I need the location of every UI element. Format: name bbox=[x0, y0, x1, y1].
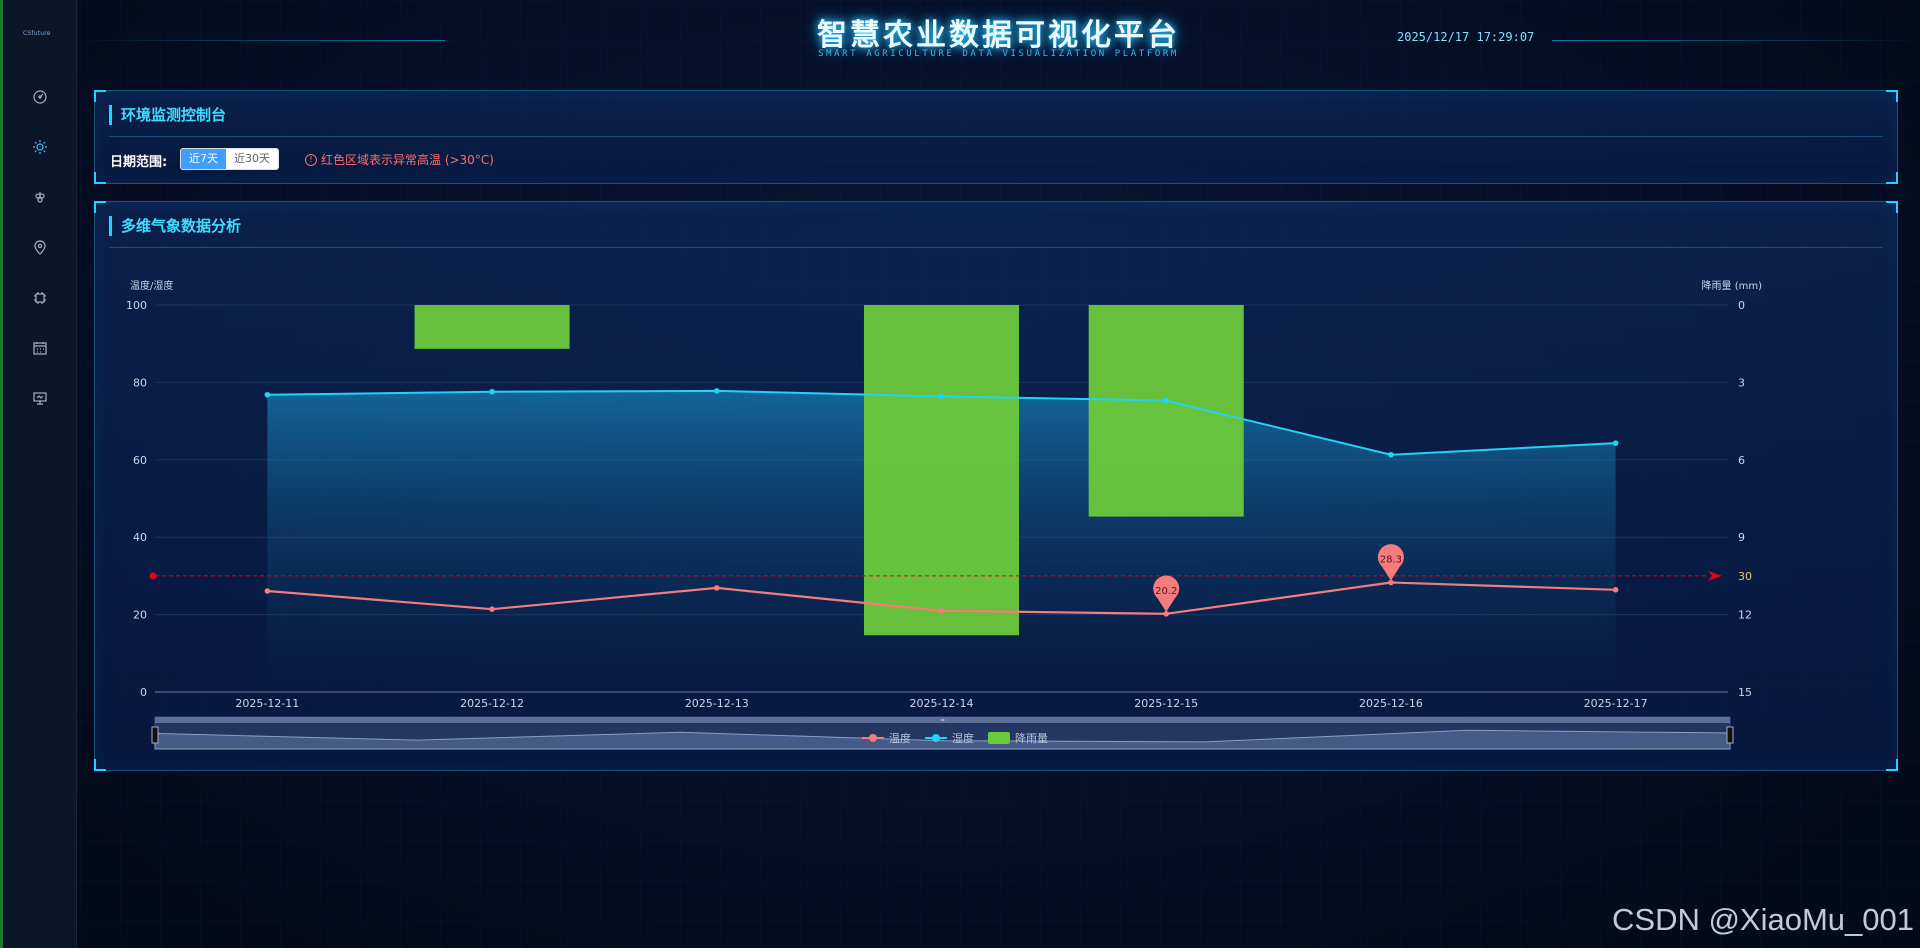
high-temp-hint: ! 红色区域表示异常高温 (>30°C) bbox=[305, 151, 494, 168]
calendar-icon bbox=[32, 342, 47, 355]
location-icon bbox=[33, 240, 46, 255]
panel-corner bbox=[1886, 759, 1898, 771]
sidebar: CSfuture bbox=[3, 0, 77, 948]
sidebar-item-dashboard[interactable] bbox=[3, 82, 76, 112]
high-temp-hint-text: 红色区域表示异常高温 (>30°C) bbox=[321, 153, 494, 167]
page-title: 智慧农业数据可视化平台 bbox=[817, 18, 1180, 53]
date-range-label: 日期范围: bbox=[110, 155, 168, 170]
sidebar-item-location[interactable] bbox=[3, 233, 76, 263]
warning-icon: ! bbox=[305, 153, 317, 166]
control-panel-title: 环境监测控制台 bbox=[109, 105, 226, 125]
chip-icon bbox=[33, 292, 46, 304]
page-subtitle: SMART AGRICULTURE DATA VISUALIZATION PLA… bbox=[818, 49, 1179, 59]
chart-panel-title: 多维气象数据分析 bbox=[109, 216, 241, 236]
sidebar-item-crops[interactable] bbox=[3, 183, 76, 213]
sun-icon bbox=[32, 140, 47, 154]
grape-icon bbox=[34, 192, 45, 203]
watermark: CSDN @XiaoMu_001 bbox=[1612, 902, 1914, 937]
panel-corner bbox=[94, 201, 106, 213]
control-panel: 环境监测控制台 日期范围: 近7天 近30天 ! 红色区域表示异常高温 (>30… bbox=[94, 90, 1898, 184]
presentation-icon bbox=[32, 392, 47, 405]
panel-corner bbox=[94, 90, 106, 102]
clock-datetime: 2025/12/17 17:29:07 bbox=[1397, 30, 1535, 44]
panel-corner bbox=[94, 172, 106, 184]
date-range-toggle[interactable]: 近7天 近30天 bbox=[180, 148, 279, 170]
sidebar-item-device[interactable] bbox=[3, 283, 76, 313]
range-option-30d[interactable]: 近30天 bbox=[226, 149, 278, 169]
sidebar-item-report[interactable] bbox=[3, 383, 76, 413]
sidebar-item-calendar[interactable] bbox=[3, 333, 76, 363]
header: 智慧农业数据可视化平台 SMART AGRICULTURE DATA VISUA… bbox=[77, 0, 1920, 70]
panel-corner bbox=[94, 759, 106, 771]
panel-corner bbox=[1886, 172, 1898, 184]
panel-divider bbox=[109, 247, 1883, 248]
panel-divider bbox=[109, 136, 1883, 137]
panel-corner bbox=[1886, 201, 1898, 213]
range-option-7d[interactable]: 近7天 bbox=[181, 149, 226, 169]
chart-panel: 多维气象数据分析 bbox=[94, 201, 1898, 771]
sidebar-item-environment[interactable] bbox=[3, 132, 76, 162]
sidebar-logo: CSfuture bbox=[23, 30, 51, 37]
panel-corner bbox=[1886, 90, 1898, 102]
dashboard-icon bbox=[32, 90, 47, 104]
